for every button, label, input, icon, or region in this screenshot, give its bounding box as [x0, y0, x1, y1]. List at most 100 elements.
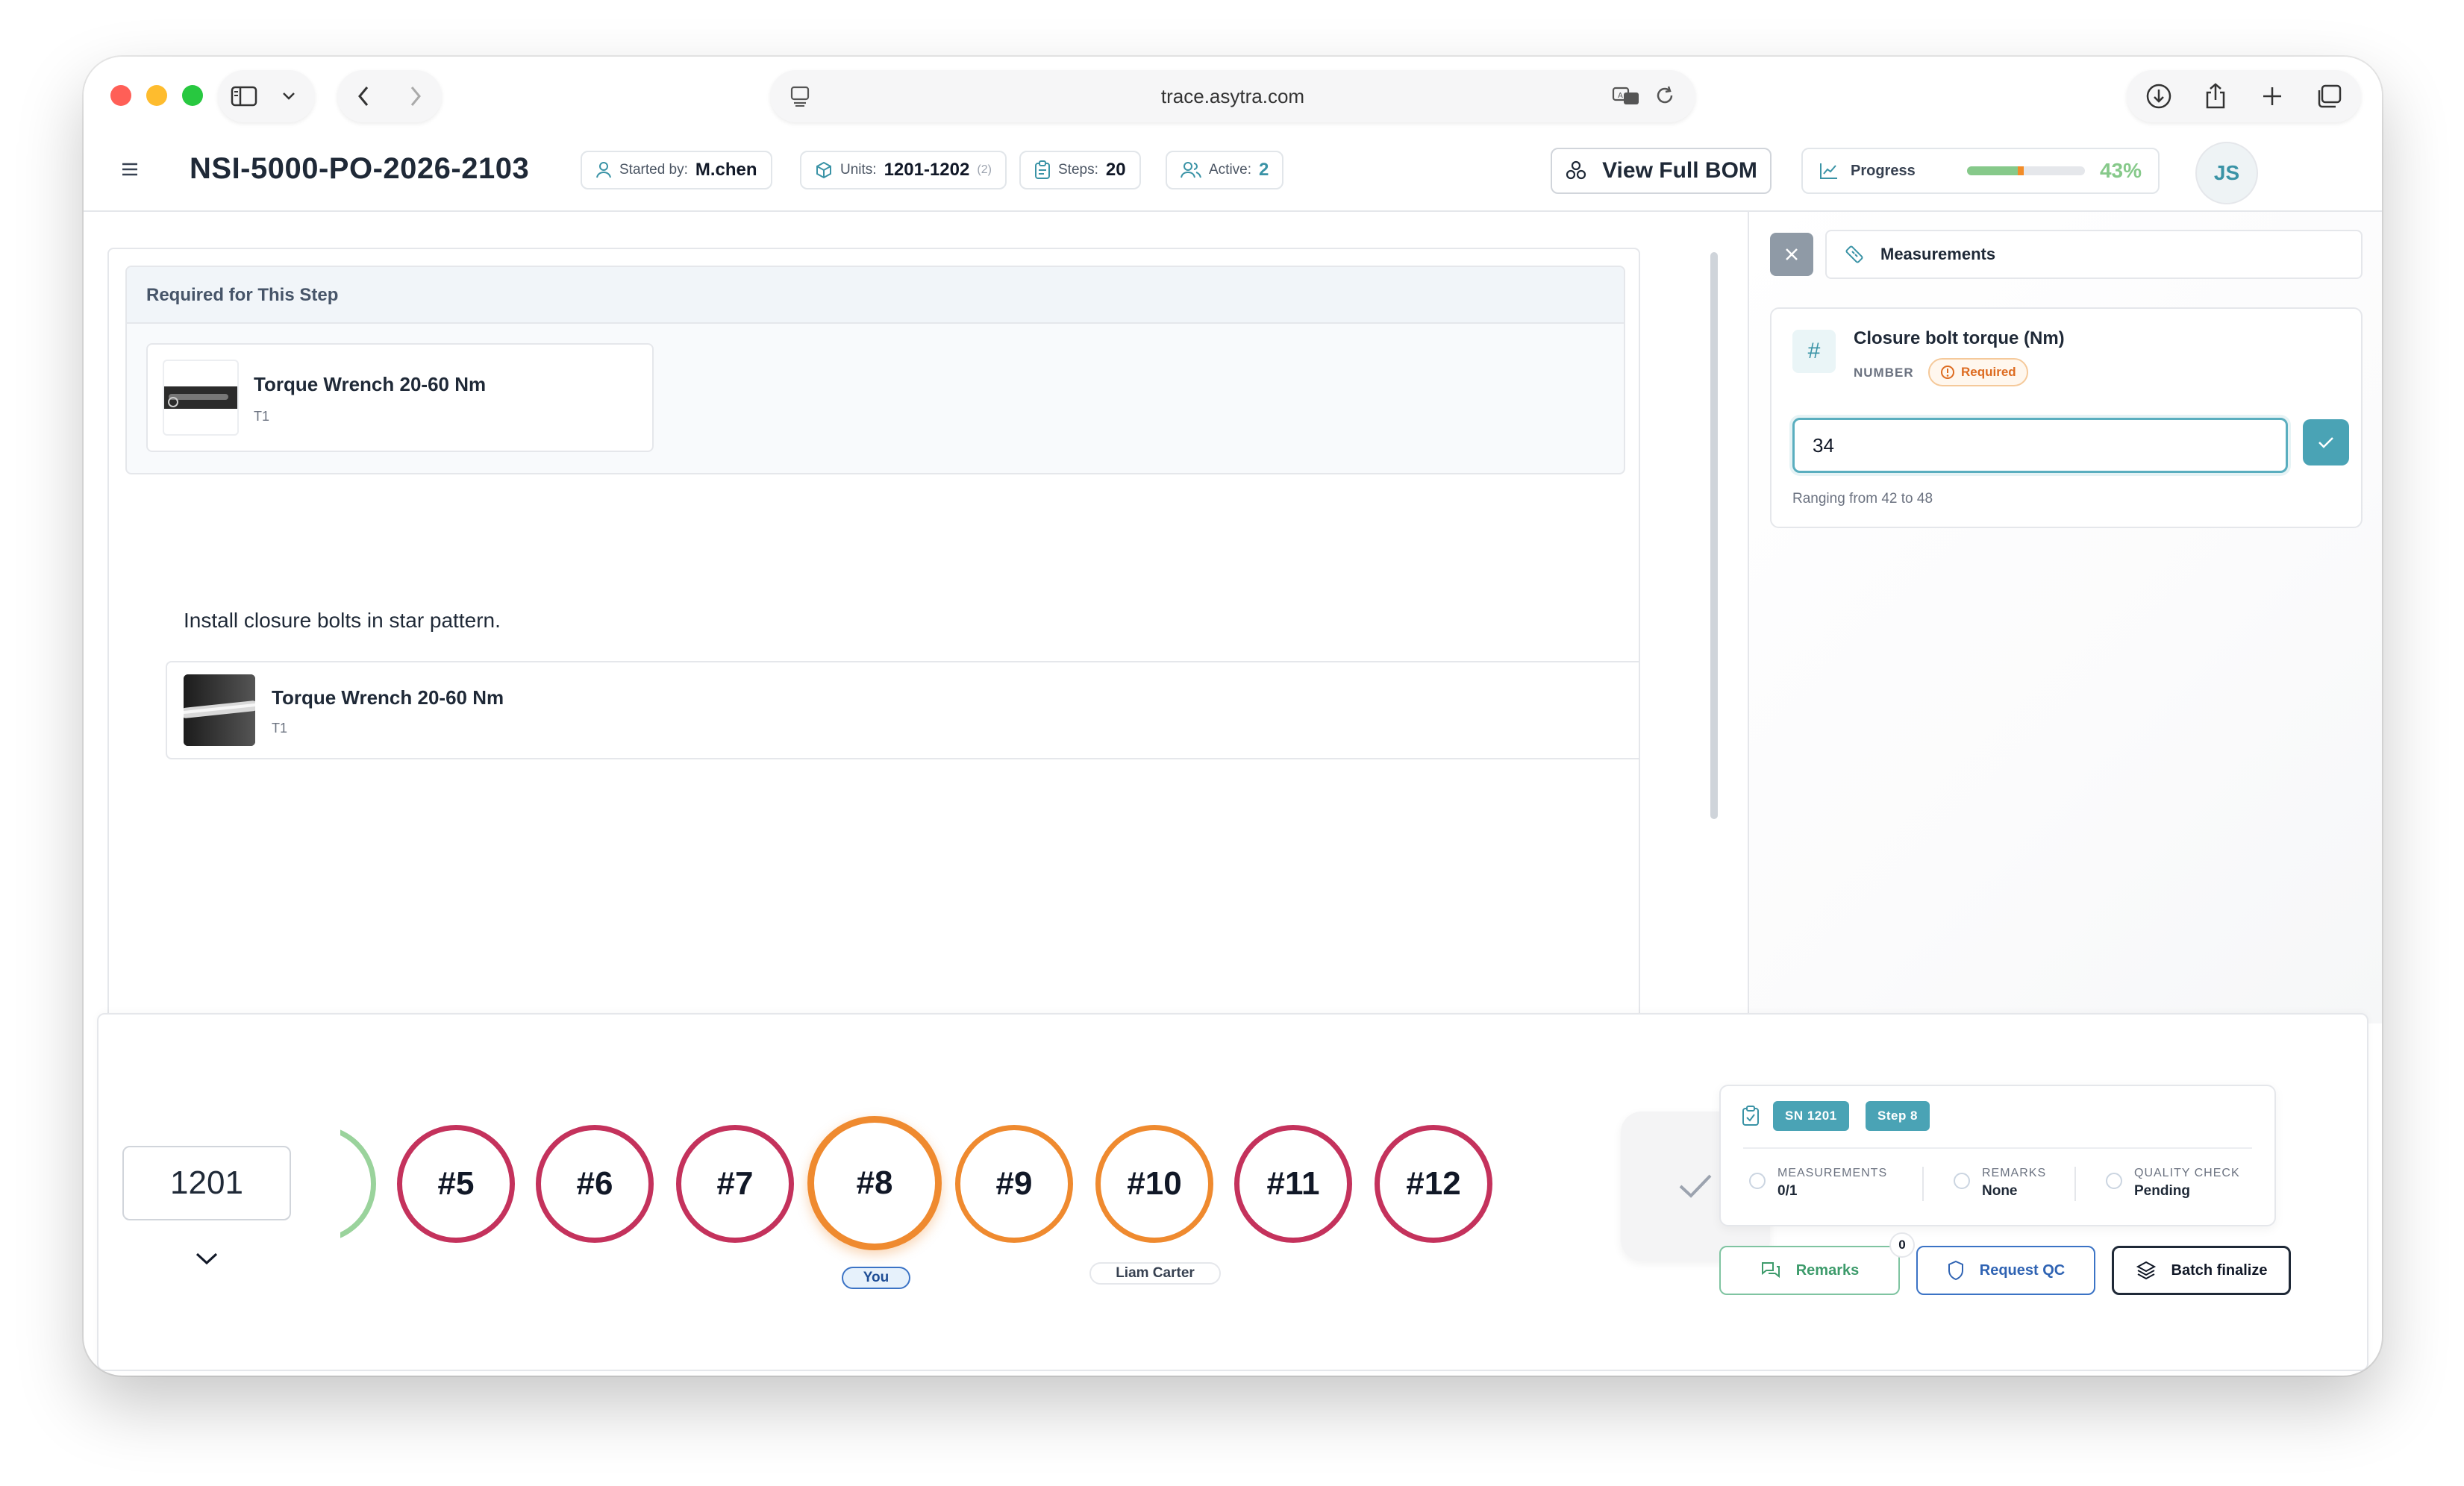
units-value: 1201-1202 [884, 160, 970, 180]
step-tag-you: You [842, 1267, 910, 1289]
units-chip: Units: 1201-1202 (2) [800, 151, 1007, 189]
required-tools-section: Required for This Step Torque Wrench 20-… [125, 266, 1625, 474]
required-badge-label: Required [1961, 365, 2016, 379]
required-tool-name: Torque Wrench 20-60 Nm [254, 373, 487, 395]
remarks-status-label: REMARKS [1982, 1167, 2047, 1179]
history-nav-group [337, 70, 442, 122]
request-qc-label: Request QC [1979, 1261, 2066, 1279]
chat-icon [1761, 1262, 1780, 1279]
active-chip: Active: 2 [1166, 151, 1284, 189]
url-text[interactable]: trace.asytra.com [770, 70, 1695, 122]
reload-icon[interactable] [1654, 84, 1676, 111]
divider [1922, 1167, 1924, 1201]
step-carousel: 8 #5 #6 #7 #8 #9 #10 #11 #12 You Liam Ca… [340, 1104, 1564, 1313]
browser-window: trace.asytra.com A NSI-5000-PO-2026-2103… [84, 57, 2382, 1376]
shield-icon [1948, 1260, 1963, 1281]
status-dot [1749, 1173, 1766, 1189]
close-window-button[interactable] [110, 85, 131, 106]
step-circle[interactable]: #9 [955, 1125, 1073, 1243]
measurement-range: Ranging from 42 to 48 [1792, 491, 1933, 507]
box-icon [816, 161, 831, 179]
layers-icon [2136, 1261, 2156, 1280]
new-tab-icon[interactable] [2246, 70, 2298, 122]
step-content-panel: Required for This Step Torque Wrench 20-… [107, 248, 1640, 1021]
hamburger-icon[interactable] [121, 161, 139, 181]
request-qc-button[interactable]: Request QC [1916, 1246, 2095, 1295]
close-panel-button[interactable] [1770, 233, 1813, 276]
chart-line-icon [1820, 163, 1837, 179]
view-full-bom-button[interactable]: View Full BOM [1551, 148, 1772, 194]
measurements-panel: Measurements # Closure bolt torque (Nm) … [1748, 212, 2382, 1023]
status-dot [1954, 1173, 1970, 1189]
confirm-measurement-button[interactable] [2303, 419, 2349, 465]
measurement-card: # Closure bolt torque (Nm) NUMBER Requir… [1770, 307, 2363, 528]
clipboard-icon [1035, 160, 1050, 179]
batch-finalize-button[interactable]: Batch finalize [2112, 1246, 2291, 1295]
progress-indicator: Progress 43% [1801, 148, 2160, 194]
download-icon[interactable] [2133, 70, 2185, 122]
progress-bar [1966, 166, 2085, 175]
torque-wrench-photo [184, 674, 255, 746]
content-scrollbar[interactable] [1710, 252, 1718, 819]
tab-measurements[interactable]: Measurements [1825, 230, 2363, 279]
app-header: NSI-5000-PO-2026-2103 Started by: M.chen… [84, 131, 2382, 212]
chevron-down-icon[interactable] [194, 1250, 219, 1270]
steps-chip: Steps: 20 [1019, 151, 1141, 189]
step-circle[interactable]: #5 [397, 1125, 515, 1243]
tab-overview-icon[interactable] [2303, 70, 2355, 122]
required-tool-card[interactable]: Torque Wrench 20-60 Nm T1 [146, 343, 654, 452]
step-circle[interactable]: #11 [1234, 1125, 1352, 1243]
avatar[interactable]: JS [2195, 142, 2258, 204]
batch-finalize-label: Batch finalize [2171, 1261, 2268, 1279]
required-section-title: Required for This Step [127, 267, 1624, 324]
unit-status-card: SN 1201 Step 8 MEASUREMENTS 0/1 REMARKS … [1719, 1085, 2276, 1226]
page-title: NSI-5000-PO-2026-2103 [190, 152, 530, 185]
units-label: Units: [840, 162, 877, 178]
check-icon [2318, 437, 2333, 448]
quality-check-label: QUALITY CHECK [2134, 1167, 2240, 1179]
alert-circle-icon [1941, 366, 1954, 379]
components-icon [1566, 160, 1586, 180]
back-icon[interactable] [337, 70, 390, 122]
remarks-button[interactable]: Remarks [1719, 1246, 1900, 1295]
step-tag-operator: Liam Carter [1089, 1262, 1221, 1285]
progress-bar-active [2017, 166, 2024, 175]
torque-wrench-thumbnail [163, 360, 239, 436]
step-circle[interactable]: #10 [1095, 1125, 1213, 1243]
share-icon[interactable] [2189, 70, 2242, 122]
forward-icon[interactable] [390, 70, 442, 122]
step-circle-current[interactable]: #8 [807, 1116, 942, 1250]
browser-toolbar: trace.asytra.com A [84, 57, 2382, 131]
step-circle[interactable]: #7 [676, 1125, 794, 1243]
progress-bar-done [1966, 166, 2018, 175]
step-circle[interactable]: #12 [1375, 1125, 1492, 1243]
svg-text:A: A [1618, 92, 1623, 100]
chevron-down-icon[interactable] [270, 70, 307, 122]
instruction-tool-card[interactable]: Torque Wrench 20-60 Nm T1 [166, 661, 1639, 759]
instruction-tool-name: Torque Wrench 20-60 Nm [272, 686, 504, 709]
divider [1743, 1147, 2252, 1149]
tab-measurements-label: Measurements [1880, 245, 1996, 263]
clipboard-check-icon [1742, 1106, 1759, 1126]
measurement-type: NUMBER [1854, 366, 1914, 380]
unit-selector[interactable]: 1201 [122, 1146, 291, 1220]
started-by-value: M.chen [695, 160, 757, 180]
status-dot [2106, 1173, 2122, 1189]
zoom-window-button[interactable] [182, 85, 203, 106]
divider [2074, 1167, 2076, 1201]
check-icon [1679, 1174, 1712, 1198]
translate-icon[interactable]: A [1612, 84, 1640, 111]
started-by-label: Started by: [619, 162, 688, 178]
sidebar-icon[interactable] [218, 70, 270, 122]
step-instruction: Install closure bolts in star pattern. [184, 609, 501, 632]
minimize-window-button[interactable] [146, 85, 167, 106]
active-value: 2 [1259, 160, 1269, 180]
measurement-value-input[interactable] [1792, 418, 2288, 473]
remarks-count-badge: 0 [1889, 1232, 1915, 1258]
measurement-name: Closure bolt torque (Nm) [1854, 328, 2065, 348]
started-by-chip: Started by: M.chen [581, 151, 772, 189]
ruler-icon [1845, 245, 1863, 263]
address-bar[interactable]: trace.asytra.com A [770, 70, 1695, 122]
step-circle[interactable]: 8 [340, 1125, 376, 1243]
step-circle[interactable]: #6 [536, 1125, 654, 1243]
